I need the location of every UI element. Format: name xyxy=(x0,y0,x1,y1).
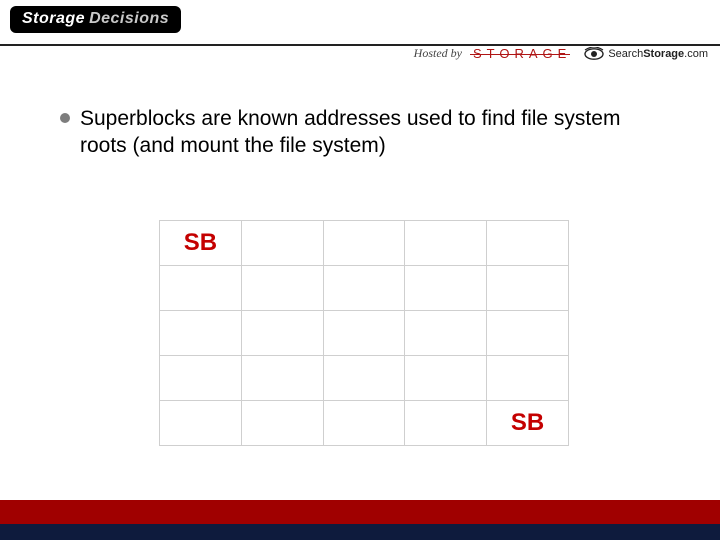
superblock-grid: SB xyxy=(159,220,569,446)
grid-cell xyxy=(323,221,405,266)
brand-logo: Storage Decisions xyxy=(10,6,181,33)
grid-cell xyxy=(487,266,569,311)
grid-cell xyxy=(405,266,487,311)
sponsor-searchstorage-text: SearchStorage.com xyxy=(608,48,708,60)
grid-cell xyxy=(487,311,569,356)
sponsor-searchstorage-logo: SearchStorage.com xyxy=(584,47,708,61)
footer xyxy=(0,500,720,540)
grid-cell xyxy=(241,356,323,401)
eye-icon xyxy=(584,47,604,61)
grid-cell xyxy=(405,311,487,356)
table-row xyxy=(160,266,569,311)
bullet-icon xyxy=(60,113,70,123)
grid-cell xyxy=(323,311,405,356)
brand-logo-word1: Storage xyxy=(22,10,85,28)
hosted-by-block: Hosted by STORAGE SearchStorage.com xyxy=(414,46,708,61)
bullet-text: Superblocks are known addresses used to … xyxy=(80,106,650,160)
content-area: Superblocks are known addresses used to … xyxy=(0,66,720,160)
grid-cell xyxy=(160,311,242,356)
slide: Storage Decisions Hosted by STORAGE Sear… xyxy=(0,0,720,540)
grid-cell xyxy=(160,401,242,446)
footer-bar-navy xyxy=(0,524,720,540)
brand-logo-word2: Decisions xyxy=(89,10,169,28)
grid-cell xyxy=(160,356,242,401)
grid-cell-sb: SB xyxy=(487,401,569,446)
header: Storage Decisions Hosted by STORAGE Sear… xyxy=(0,0,720,66)
table-row xyxy=(160,356,569,401)
superblock-table: SB xyxy=(159,220,569,446)
grid-cell xyxy=(323,401,405,446)
grid-cell xyxy=(405,221,487,266)
grid-cell xyxy=(241,221,323,266)
bullet-item: Superblocks are known addresses used to … xyxy=(60,106,660,160)
table-row: SB xyxy=(160,221,569,266)
table-row: SB xyxy=(160,401,569,446)
grid-cell xyxy=(241,266,323,311)
table-row xyxy=(160,311,569,356)
sponsor-storage-logo: STORAGE xyxy=(472,46,574,61)
footer-bar-red xyxy=(0,500,720,524)
grid-cell xyxy=(323,266,405,311)
grid-cell-sb: SB xyxy=(160,221,242,266)
grid-cell xyxy=(405,401,487,446)
grid-cell xyxy=(160,266,242,311)
grid-cell xyxy=(405,356,487,401)
hosted-by-label: Hosted by xyxy=(414,46,462,61)
grid-cell xyxy=(241,401,323,446)
grid-cell xyxy=(241,311,323,356)
grid-cell xyxy=(487,356,569,401)
grid-cell xyxy=(487,221,569,266)
grid-cell xyxy=(323,356,405,401)
